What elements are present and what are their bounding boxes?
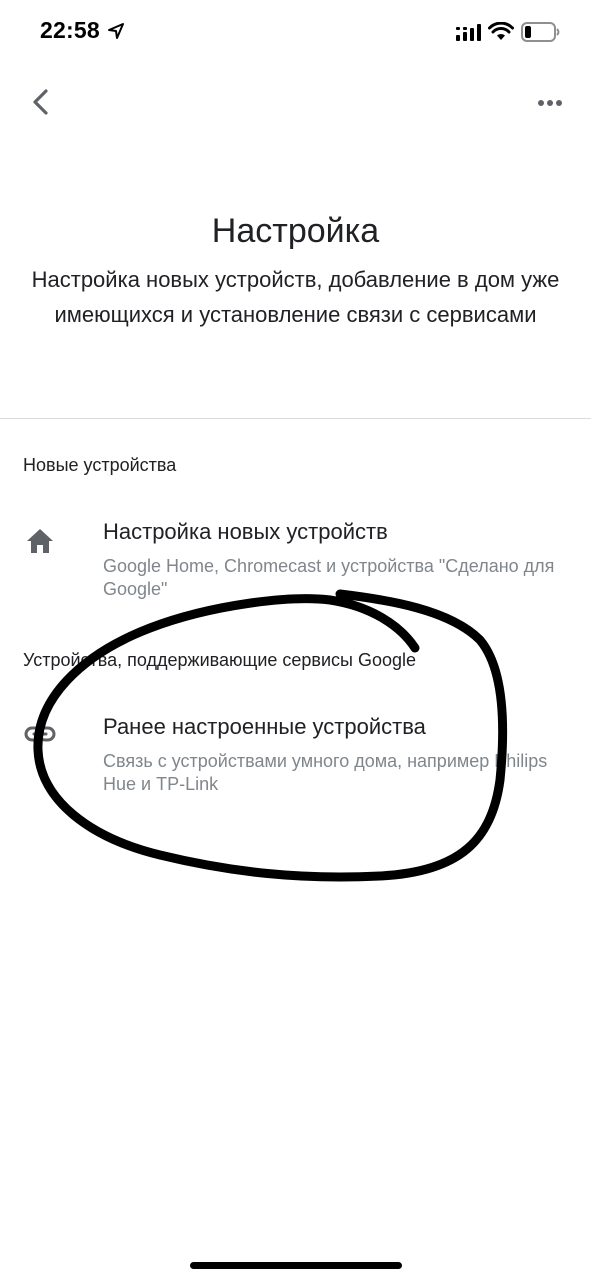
status-time: 22:58: [40, 17, 100, 43]
page-title: Настройка: [211, 212, 380, 250]
back-button[interactable]: [22, 82, 62, 122]
location-arrow-icon: [108, 23, 124, 39]
item-title: Ранее настроенные устройства: [103, 714, 426, 739]
item-description: Связь с устройствами умного дома, наприм…: [103, 751, 548, 794]
section-header-google-services: Устройства, поддерживающие сервисы Googl…: [23, 650, 417, 670]
hand-drawn-circle-annotation: [33, 589, 508, 882]
more-options-button[interactable]: [530, 88, 570, 118]
list-item-previously-configured[interactable]: Ранее настроенные устройства Связь с уст…: [0, 700, 591, 810]
home-icon: [27, 529, 53, 553]
item-description: Google Home, Chromecast и устройства "Сд…: [103, 556, 555, 599]
section-header-new-devices: Новые устройства: [23, 455, 177, 475]
page-subtitle: Настройка новых устройств, добавление в …: [31, 267, 560, 327]
link-icon: [24, 726, 56, 742]
home-indicator: [190, 1262, 402, 1269]
header-divider: [0, 418, 591, 419]
item-title: Настройка новых устройств: [103, 519, 388, 544]
cellular-signal-icon: [456, 24, 481, 41]
chevron-left-icon: [33, 89, 48, 115]
battery-icon: [521, 22, 560, 42]
status-bar: 22:58: [0, 0, 591, 66]
more-horizontal-icon: [538, 100, 562, 106]
list-item-setup-new-devices[interactable]: Настройка новых устройств Google Home, C…: [0, 505, 591, 615]
wifi-icon: [488, 22, 514, 40]
